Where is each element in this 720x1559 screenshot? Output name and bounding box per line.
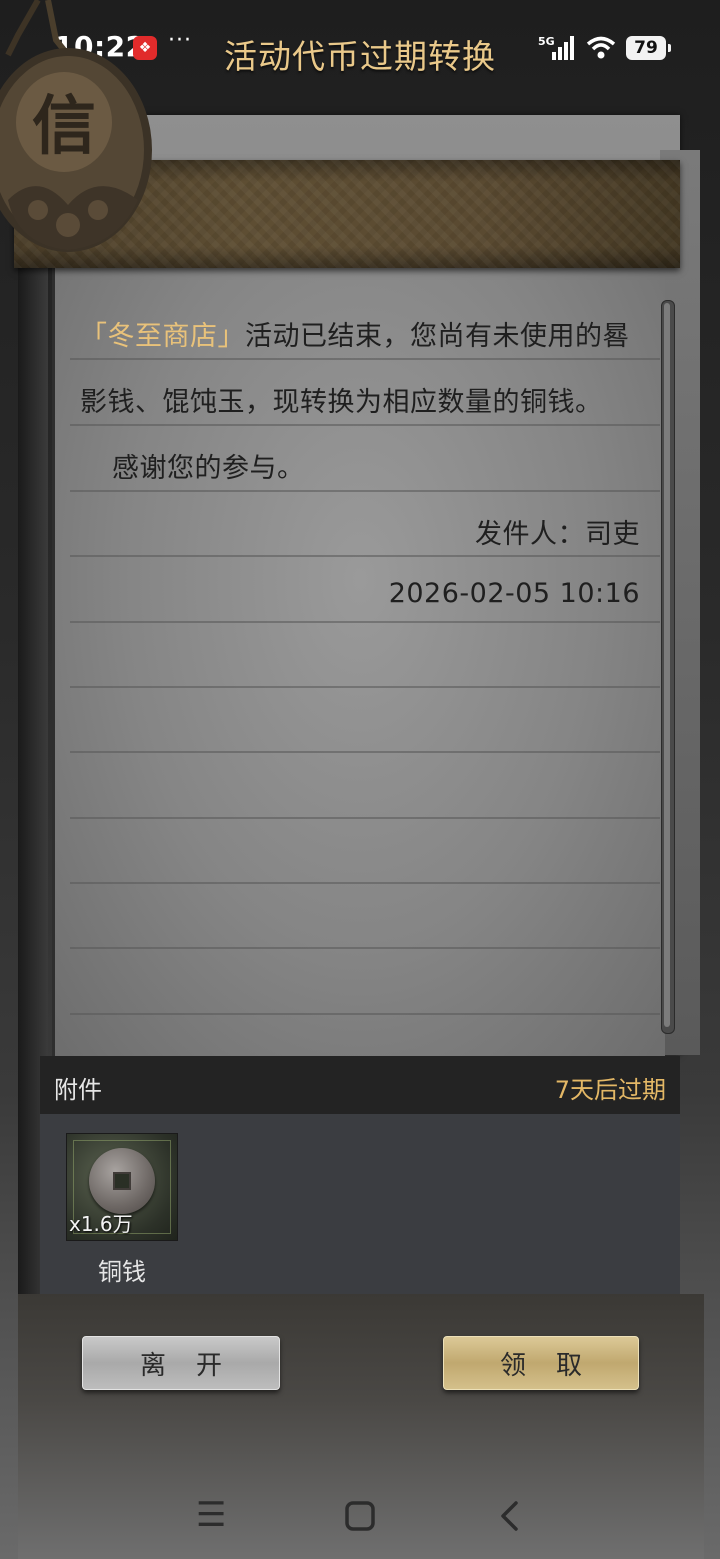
- svg-text:信: 信: [32, 89, 96, 164]
- ruled-line: [70, 621, 660, 623]
- mail-scrollbar[interactable]: [661, 300, 675, 1034]
- attachments-list: x1.6万 铜钱: [40, 1114, 680, 1294]
- ruled-line: [70, 490, 660, 492]
- mail-body-line-1: 「冬至商店」活动已结束，您尚有未使用的晷: [80, 314, 630, 353]
- ruled-line: [70, 751, 660, 753]
- ruled-line: [70, 882, 660, 884]
- home-icon[interactable]: [344, 1500, 376, 1532]
- attachments-header: 附件 7天后过期: [40, 1056, 680, 1114]
- ruled-line: [70, 817, 660, 819]
- copper-coin-icon: [89, 1148, 155, 1214]
- ruled-line: [70, 358, 660, 360]
- screen: 10:22 ❖ ··· 5G 79 「冬至商店」活动已结束，您尚有未使用的晷 影…: [0, 0, 720, 1559]
- ruled-line: [70, 1013, 660, 1015]
- item-quantity: x1.6万: [69, 1212, 133, 1236]
- ruled-line: [70, 947, 660, 949]
- attachments-expire-text: 7天后过期: [554, 1076, 666, 1104]
- scrollbar-thumb[interactable]: [664, 303, 670, 1027]
- claim-button[interactable]: 领取: [443, 1336, 639, 1390]
- ruled-line: [70, 686, 660, 688]
- back-icon[interactable]: [498, 1500, 522, 1532]
- seal-medallion-icon: 信: [0, 0, 152, 252]
- ruled-line: [70, 555, 660, 557]
- mail-sender: 发件人：司吏: [475, 519, 640, 550]
- mail-date: 2026-02-05 10:16: [388, 578, 640, 609]
- system-nav-bar: ☰: [0, 1480, 720, 1559]
- mail-body-line-3: 感谢您的参与。: [112, 453, 305, 484]
- item-name: 铜钱: [98, 1258, 146, 1286]
- ruled-line: [70, 424, 660, 426]
- menu-icon[interactable]: ☰: [196, 1498, 226, 1532]
- mail-body-line-2: 影钱、馄饨玉，现转换为相应数量的铜钱。: [80, 387, 603, 418]
- attachments-label: 附件: [54, 1076, 102, 1104]
- attachment-item-copper-coin[interactable]: x1.6万: [66, 1133, 178, 1241]
- shop-name-highlight: 「冬至商店」: [80, 321, 245, 352]
- body-line-1-text: 活动已结束，您尚有未使用的晷: [245, 321, 630, 352]
- leave-button[interactable]: 离开: [82, 1336, 280, 1390]
